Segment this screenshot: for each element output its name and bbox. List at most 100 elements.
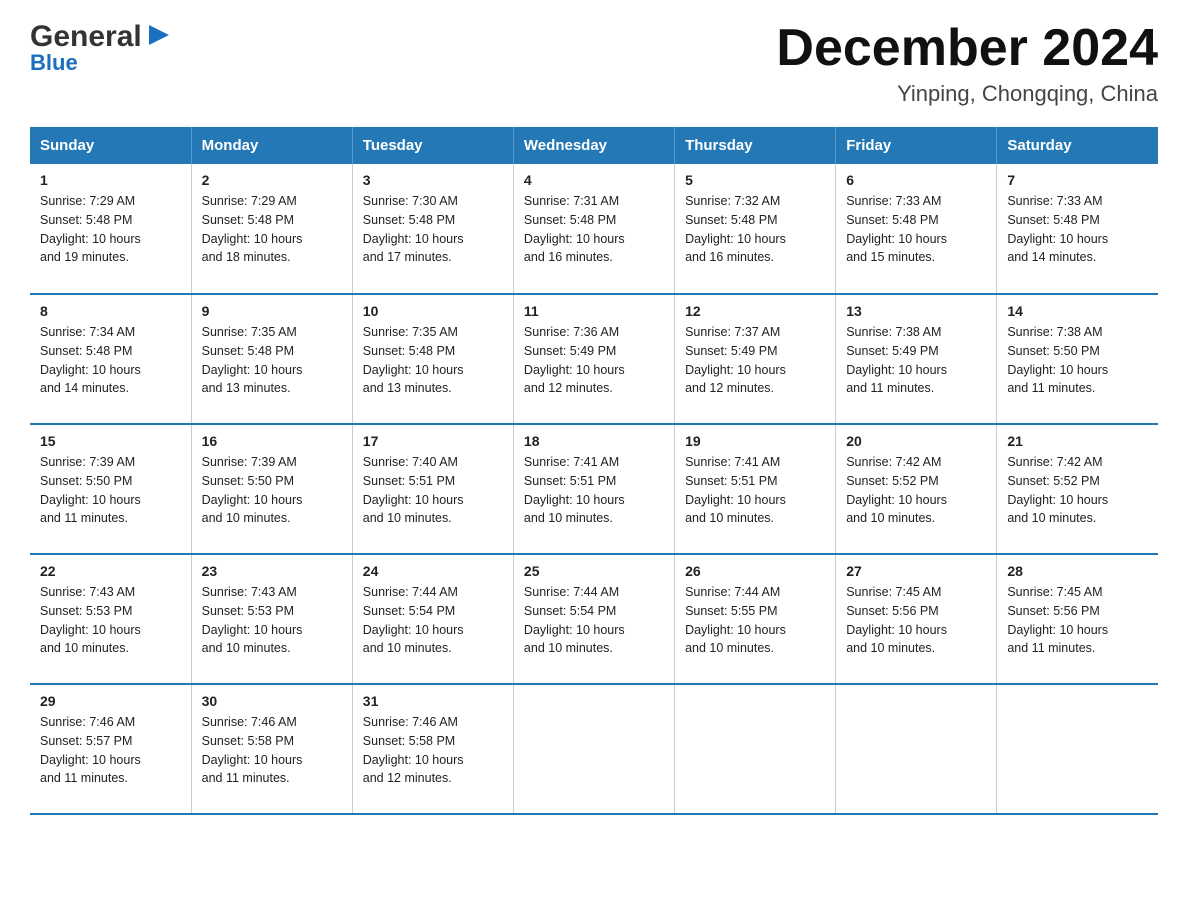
calendar-cell-w1-d4: 4 Sunrise: 7:31 AM Sunset: 5:48 PM Daylig… [513,164,674,294]
day-number: 6 [846,172,986,188]
calendar-cell-w3-d7: 21 Sunrise: 7:42 AM Sunset: 5:52 PM Dayli… [997,424,1158,554]
day-number: 8 [40,303,181,319]
day-number: 12 [685,303,825,319]
day-sun-info: Sunrise: 7:45 AM Sunset: 5:56 PM Dayligh… [846,583,986,658]
day-sun-info: Sunrise: 7:43 AM Sunset: 5:53 PM Dayligh… [202,583,342,658]
day-sun-info: Sunrise: 7:44 AM Sunset: 5:54 PM Dayligh… [363,583,503,658]
day-sun-info: Sunrise: 7:41 AM Sunset: 5:51 PM Dayligh… [685,453,825,528]
day-sun-info: Sunrise: 7:42 AM Sunset: 5:52 PM Dayligh… [1007,453,1148,528]
day-number: 7 [1007,172,1148,188]
day-number: 20 [846,433,986,449]
day-number: 1 [40,172,181,188]
day-sun-info: Sunrise: 7:36 AM Sunset: 5:49 PM Dayligh… [524,323,664,398]
calendar-week-2: 8 Sunrise: 7:34 AM Sunset: 5:48 PM Daylig… [30,294,1158,424]
day-sun-info: Sunrise: 7:35 AM Sunset: 5:48 PM Dayligh… [202,323,342,398]
header-wednesday: Wednesday [513,127,674,164]
day-number: 27 [846,563,986,579]
day-number: 19 [685,433,825,449]
calendar-cell-w3-d6: 20 Sunrise: 7:42 AM Sunset: 5:52 PM Dayli… [836,424,997,554]
calendar-cell-w5-d7 [997,684,1158,814]
calendar-cell-w1-d3: 3 Sunrise: 7:30 AM Sunset: 5:48 PM Daylig… [352,164,513,294]
day-number: 30 [202,693,342,709]
calendar-cell-w3-d2: 16 Sunrise: 7:39 AM Sunset: 5:50 PM Dayli… [191,424,352,554]
logo-general-text: General [30,20,142,54]
day-sun-info: Sunrise: 7:43 AM Sunset: 5:53 PM Dayligh… [40,583,181,658]
day-number: 28 [1007,563,1148,579]
calendar-cell-w2-d1: 8 Sunrise: 7:34 AM Sunset: 5:48 PM Daylig… [30,294,191,424]
calendar-cell-w5-d4 [513,684,674,814]
month-year-title: December 2024 [776,20,1158,77]
calendar-cell-w2-d5: 12 Sunrise: 7:37 AM Sunset: 5:49 PM Dayli… [675,294,836,424]
day-number: 18 [524,433,664,449]
calendar-cell-w4-d5: 26Sunrise: 7:44 AM Sunset: 5:55 PM Dayli… [675,554,836,684]
day-sun-info: Sunrise: 7:39 AM Sunset: 5:50 PM Dayligh… [40,453,181,528]
calendar-cell-w4-d4: 25 Sunrise: 7:44 AM Sunset: 5:54 PM Dayli… [513,554,674,684]
day-sun-info: Sunrise: 7:46 AM Sunset: 5:58 PM Dayligh… [202,713,342,788]
day-sun-info: Sunrise: 7:42 AM Sunset: 5:52 PM Dayligh… [846,453,986,528]
day-sun-info: Sunrise: 7:33 AM Sunset: 5:48 PM Dayligh… [1007,192,1148,267]
calendar-cell-w5-d5 [675,684,836,814]
day-sun-info: Sunrise: 7:40 AM Sunset: 5:51 PM Dayligh… [363,453,503,528]
day-sun-info: Sunrise: 7:44 AM Sunset: 5:54 PM Dayligh… [524,583,664,658]
day-sun-info: Sunrise: 7:38 AM Sunset: 5:50 PM Dayligh… [1007,323,1148,398]
day-number: 11 [524,303,664,319]
title-block: December 2024 Yinping, Chongqing, China [776,20,1158,107]
calendar-cell-w1-d6: 6 Sunrise: 7:33 AM Sunset: 5:48 PM Daylig… [836,164,997,294]
day-sun-info: Sunrise: 7:29 AM Sunset: 5:48 PM Dayligh… [202,192,342,267]
calendar-cell-w2-d6: 13 Sunrise: 7:38 AM Sunset: 5:49 PM Dayli… [836,294,997,424]
calendar-week-5: 29 Sunrise: 7:46 AM Sunset: 5:57 PM Dayli… [30,684,1158,814]
calendar-cell-w1-d5: 5Sunrise: 7:32 AM Sunset: 5:48 PM Daylig… [675,164,836,294]
day-number: 29 [40,693,181,709]
calendar-cell-w3-d3: 17Sunrise: 7:40 AM Sunset: 5:51 PM Dayli… [352,424,513,554]
day-sun-info: Sunrise: 7:46 AM Sunset: 5:58 PM Dayligh… [363,713,503,788]
day-sun-info: Sunrise: 7:41 AM Sunset: 5:51 PM Dayligh… [524,453,664,528]
header-saturday: Saturday [997,127,1158,164]
day-sun-info: Sunrise: 7:39 AM Sunset: 5:50 PM Dayligh… [202,453,342,528]
day-number: 13 [846,303,986,319]
day-sun-info: Sunrise: 7:32 AM Sunset: 5:48 PM Dayligh… [685,192,825,267]
calendar-cell-w5-d3: 31 Sunrise: 7:46 AM Sunset: 5:58 PM Dayli… [352,684,513,814]
day-number: 21 [1007,433,1148,449]
day-number: 25 [524,563,664,579]
day-number: 14 [1007,303,1148,319]
header-friday: Friday [836,127,997,164]
day-number: 23 [202,563,342,579]
day-sun-info: Sunrise: 7:33 AM Sunset: 5:48 PM Dayligh… [846,192,986,267]
header-monday: Monday [191,127,352,164]
calendar-cell-w2-d7: 14 Sunrise: 7:38 AM Sunset: 5:50 PM Dayli… [997,294,1158,424]
day-sun-info: Sunrise: 7:31 AM Sunset: 5:48 PM Dayligh… [524,192,664,267]
calendar-cell-w3-d5: 19 Sunrise: 7:41 AM Sunset: 5:51 PM Dayli… [675,424,836,554]
header-thursday: Thursday [675,127,836,164]
calendar-cell-w5-d1: 29 Sunrise: 7:46 AM Sunset: 5:57 PM Dayli… [30,684,191,814]
day-number: 4 [524,172,664,188]
day-sun-info: Sunrise: 7:45 AM Sunset: 5:56 PM Dayligh… [1007,583,1148,658]
day-sun-info: Sunrise: 7:38 AM Sunset: 5:49 PM Dayligh… [846,323,986,398]
calendar-cell-w3-d4: 18 Sunrise: 7:41 AM Sunset: 5:51 PM Dayli… [513,424,674,554]
calendar-cell-w4-d1: 22Sunrise: 7:43 AM Sunset: 5:53 PM Dayli… [30,554,191,684]
calendar-cell-w3-d1: 15 Sunrise: 7:39 AM Sunset: 5:50 PM Dayli… [30,424,191,554]
day-sun-info: Sunrise: 7:44 AM Sunset: 5:55 PM Dayligh… [685,583,825,658]
calendar-cell-w1-d1: 1 Sunrise: 7:29 AM Sunset: 5:48 PM Daylig… [30,164,191,294]
logo-arrow-icon [144,20,174,50]
page-header: General Blue December 2024 Yinping, Chon… [30,20,1158,107]
calendar-cell-w2-d2: 9Sunrise: 7:35 AM Sunset: 5:48 PM Daylig… [191,294,352,424]
day-number: 16 [202,433,342,449]
location-subtitle: Yinping, Chongqing, China [776,81,1158,107]
day-sun-info: Sunrise: 7:34 AM Sunset: 5:48 PM Dayligh… [40,323,181,398]
day-number: 2 [202,172,342,188]
day-number: 3 [363,172,503,188]
day-number: 31 [363,693,503,709]
day-number: 10 [363,303,503,319]
calendar-cell-w4-d6: 27 Sunrise: 7:45 AM Sunset: 5:56 PM Dayli… [836,554,997,684]
calendar-cell-w1-d7: 7 Sunrise: 7:33 AM Sunset: 5:48 PM Daylig… [997,164,1158,294]
calendar-cell-w5-d2: 30 Sunrise: 7:46 AM Sunset: 5:58 PM Dayli… [191,684,352,814]
day-sun-info: Sunrise: 7:37 AM Sunset: 5:49 PM Dayligh… [685,323,825,398]
day-sun-info: Sunrise: 7:29 AM Sunset: 5:48 PM Dayligh… [40,192,181,267]
calendar-cell-w2-d4: 11 Sunrise: 7:36 AM Sunset: 5:49 PM Dayli… [513,294,674,424]
day-sun-info: Sunrise: 7:35 AM Sunset: 5:48 PM Dayligh… [363,323,503,398]
day-sun-info: Sunrise: 7:46 AM Sunset: 5:57 PM Dayligh… [40,713,181,788]
calendar-header-row: Sunday Monday Tuesday Wednesday Thursday… [30,127,1158,164]
day-number: 15 [40,433,181,449]
day-sun-info: Sunrise: 7:30 AM Sunset: 5:48 PM Dayligh… [363,192,503,267]
calendar-week-1: 1 Sunrise: 7:29 AM Sunset: 5:48 PM Daylig… [30,164,1158,294]
